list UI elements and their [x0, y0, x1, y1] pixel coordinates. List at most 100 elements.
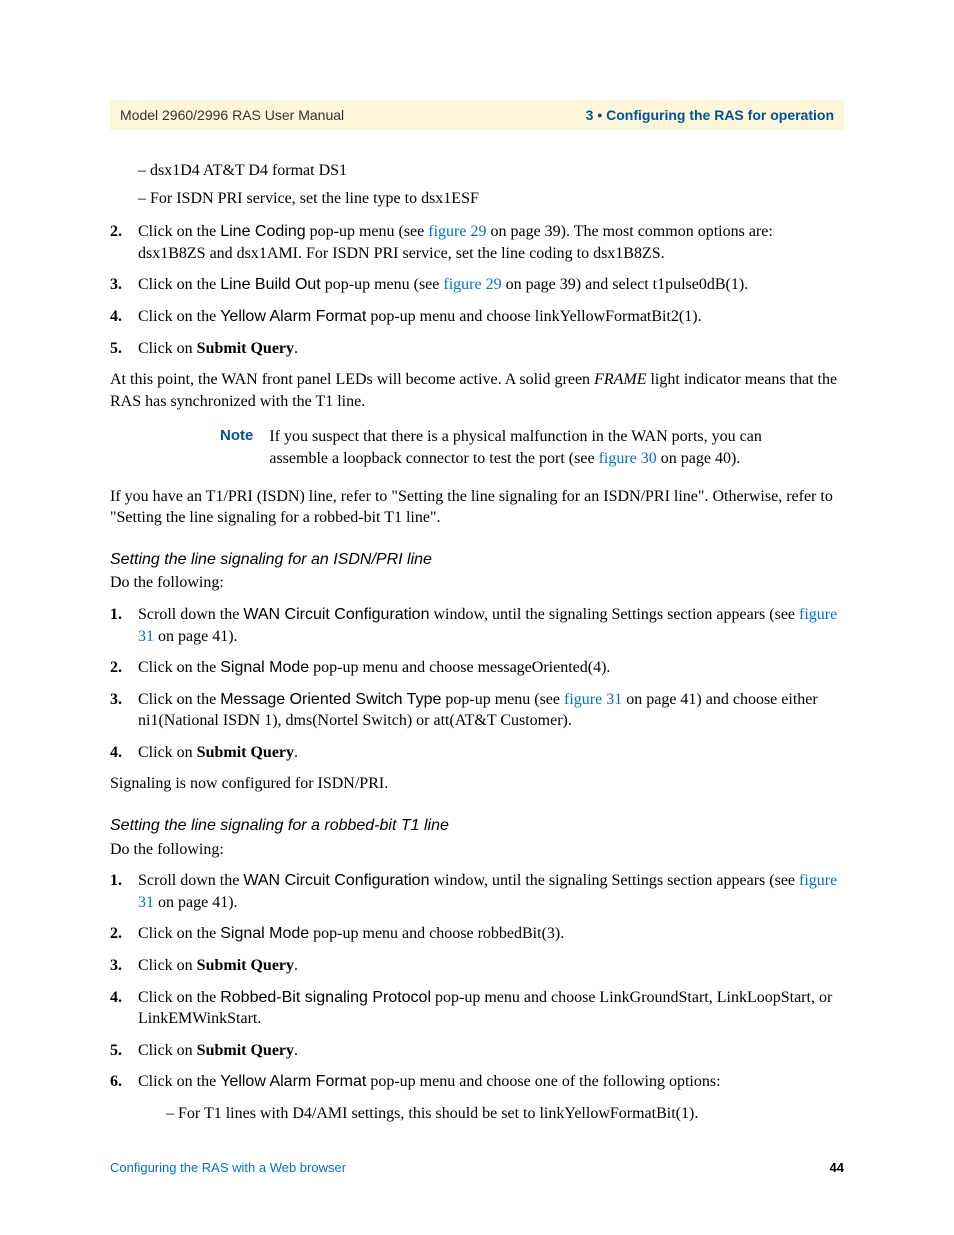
s2-item5: 5. Click on Submit Query.: [110, 1040, 844, 1062]
s1-item3: 3. Click on the Message Oriented Switch …: [110, 689, 844, 732]
text: Click on: [138, 1042, 197, 1059]
text: Click on: [138, 957, 197, 974]
ui-term: Yellow Alarm Format: [220, 308, 366, 325]
list1-item3: 3. Click on the Line Build Out pop-up me…: [110, 274, 844, 296]
header-left: Model 2960/2996 RAS User Manual: [120, 106, 344, 125]
figure-link[interactable]: figure 30: [599, 450, 657, 467]
text: pop-up menu and choose linkYellowFormatB…: [366, 308, 701, 325]
figure-link[interactable]: figure 29: [428, 223, 486, 240]
text: Click on: [138, 340, 197, 357]
list-num: 3.: [110, 274, 122, 296]
section1-after: Signaling is now configured for ISDN/PRI…: [110, 773, 844, 795]
footer: Configuring the RAS with a Web browser 4…: [110, 1159, 844, 1177]
text: on page 41).: [154, 628, 238, 645]
frame-italic: FRAME: [594, 371, 646, 388]
ui-term: WAN Circuit Configuration: [243, 872, 429, 889]
s2-item4: 4. Click on the Robbed-Bit signaling Pro…: [110, 987, 844, 1030]
para-reference: If you have an T1/PRI (ISDN) line, refer…: [110, 486, 844, 529]
list1-item5: 5. Click on Submit Query.: [110, 338, 844, 360]
section1-intro: Do the following:: [110, 572, 844, 594]
page: Model 2960/2996 RAS User Manual 3 • Conf…: [0, 0, 954, 1235]
text: .: [294, 957, 298, 974]
list-num: 2.: [110, 923, 122, 945]
submit-query: Submit Query: [197, 340, 294, 357]
header-bar: Model 2960/2996 RAS User Manual 3 • Conf…: [110, 100, 844, 130]
s1-item1: 1. Scroll down the WAN Circuit Configura…: [110, 604, 844, 647]
list-num: 4.: [110, 742, 122, 764]
text: pop-up menu and choose messageOriented(4…: [309, 659, 610, 676]
text: Scroll down the: [138, 606, 243, 623]
text: Click on the: [138, 1073, 220, 1090]
list1-item2: 2. Click on the Line Coding pop-up menu …: [110, 221, 844, 264]
text: on page 39) and select t1pulse0dB(1).: [502, 276, 749, 293]
section1-list: 1. Scroll down the WAN Circuit Configura…: [110, 604, 844, 764]
heading-robbed-bit: Setting the line signaling for a robbed-…: [110, 815, 844, 837]
text: .: [294, 1042, 298, 1059]
list-1: 2. Click on the Line Coding pop-up menu …: [110, 221, 844, 359]
footer-right: 44: [830, 1159, 844, 1177]
s2-item3: 3. Click on Submit Query.: [110, 955, 844, 977]
list-num: 2.: [110, 221, 122, 243]
text: pop-up menu (see: [441, 691, 564, 708]
text: Click on the: [138, 659, 220, 676]
heading-isdn-pri: Setting the line signaling for an ISDN/P…: [110, 549, 844, 571]
text: pop-up menu and choose robbedBit(3).: [309, 925, 564, 942]
figure-link[interactable]: figure 31: [564, 691, 622, 708]
footer-left: Configuring the RAS with a Web browser: [110, 1159, 346, 1177]
text: pop-up menu (see: [321, 276, 444, 293]
intro-bullet-1: – dsx1D4 AT&T D4 format DS1: [110, 160, 844, 182]
text: Click on: [138, 744, 197, 761]
text: Click on the: [138, 925, 220, 942]
list-num: 3.: [110, 689, 122, 711]
submit-query: Submit Query: [197, 957, 294, 974]
s2-item6-sub: – For T1 lines with D4/AMI settings, thi…: [138, 1103, 844, 1125]
content: – dsx1D4 AT&T D4 format DS1 – For ISDN P…: [110, 160, 844, 1135]
list-num: 1.: [110, 604, 122, 626]
submit-query: Submit Query: [197, 744, 294, 761]
intro-bullet-2: – For ISDN PRI service, set the line typ…: [110, 188, 844, 210]
list-num: 5.: [110, 1040, 122, 1062]
s1-item2: 2. Click on the Signal Mode pop-up menu …: [110, 657, 844, 679]
text: pop-up menu (see: [306, 223, 429, 240]
note-label: Note: [220, 426, 269, 469]
list-num: 3.: [110, 955, 122, 977]
figure-link[interactable]: figure 29: [443, 276, 501, 293]
text: on page 40).: [657, 450, 741, 467]
text: pop-up menu and choose one of the follow…: [366, 1073, 720, 1090]
text: At this point, the WAN front panel LEDs …: [110, 371, 594, 388]
ui-term: Yellow Alarm Format: [220, 1073, 366, 1090]
header-right: 3 • Configuring the RAS for operation: [586, 106, 834, 125]
text: Click on the: [138, 989, 220, 1006]
text: window, until the signaling Settings sec…: [429, 872, 799, 889]
text: .: [294, 744, 298, 761]
list-num: 4.: [110, 306, 122, 328]
text: on page 41).: [154, 894, 238, 911]
ui-term: Signal Mode: [220, 925, 309, 942]
section2-intro: Do the following:: [110, 839, 844, 861]
text: window, until the signaling Settings sec…: [429, 606, 799, 623]
text: Click on the: [138, 276, 220, 293]
list-num: 6.: [110, 1071, 122, 1093]
note-block: Note If you suspect that there is a phys…: [110, 426, 844, 469]
text: .: [294, 340, 298, 357]
ui-term: Message Oriented Switch Type: [220, 691, 441, 708]
text: Click on the: [138, 691, 220, 708]
para-frame: At this point, the WAN front panel LEDs …: [110, 369, 844, 412]
ui-term: Robbed-Bit signaling Protocol: [220, 989, 431, 1006]
ui-term: Signal Mode: [220, 659, 309, 676]
list-num: 5.: [110, 338, 122, 360]
s2-item2: 2. Click on the Signal Mode pop-up menu …: [110, 923, 844, 945]
text: Scroll down the: [138, 872, 243, 889]
submit-query: Submit Query: [197, 1042, 294, 1059]
ui-term: Line Build Out: [220, 276, 321, 293]
note-text: If you suspect that there is a physical …: [269, 426, 804, 469]
list-num: 2.: [110, 657, 122, 679]
list1-item4: 4. Click on the Yellow Alarm Format pop-…: [110, 306, 844, 328]
section2-list: 1. Scroll down the WAN Circuit Configura…: [110, 870, 844, 1124]
ui-term: WAN Circuit Configuration: [243, 606, 429, 623]
s1-item4: 4. Click on Submit Query.: [110, 742, 844, 764]
text: Click on the: [138, 308, 220, 325]
list-num: 4.: [110, 987, 122, 1009]
s2-item6: 6. Click on the Yellow Alarm Format pop-…: [110, 1071, 844, 1124]
s2-item1: 1. Scroll down the WAN Circuit Configura…: [110, 870, 844, 913]
